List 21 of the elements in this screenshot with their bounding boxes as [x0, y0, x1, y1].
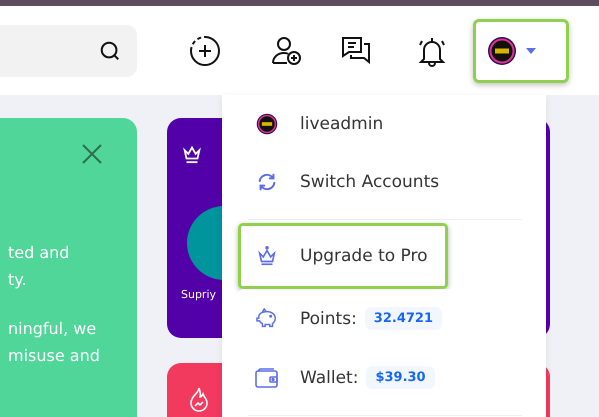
- avatar-icon: [487, 36, 517, 66]
- close-icon[interactable]: [82, 144, 102, 164]
- flame-icon: [189, 387, 209, 413]
- menu-label: Wallet:: [300, 368, 358, 388]
- piggy-bank-icon: [255, 308, 279, 330]
- search-icon[interactable]: [99, 40, 121, 62]
- message-text: ningful, we misuse and: [8, 318, 101, 367]
- crown-icon: [256, 245, 278, 267]
- wallet-icon: [255, 368, 279, 388]
- balance-badge: 32.4721: [364, 307, 442, 330]
- caret-icon: [526, 48, 536, 54]
- refresh-icon: [256, 171, 278, 193]
- balance-badge: $39.30: [366, 366, 435, 389]
- user-name: Supriy: [181, 288, 216, 301]
- menu-item[interactable]: Upgrade to Pro: [238, 223, 448, 289]
- search-field[interactable]: [0, 24, 137, 76]
- account-menu-button[interactable]: [473, 18, 569, 82]
- avatar-icon: [256, 113, 278, 135]
- message-text: ted and ty.: [8, 242, 70, 291]
- menu-label: Points:: [300, 308, 357, 328]
- add-circle-icon[interactable]: [188, 34, 222, 68]
